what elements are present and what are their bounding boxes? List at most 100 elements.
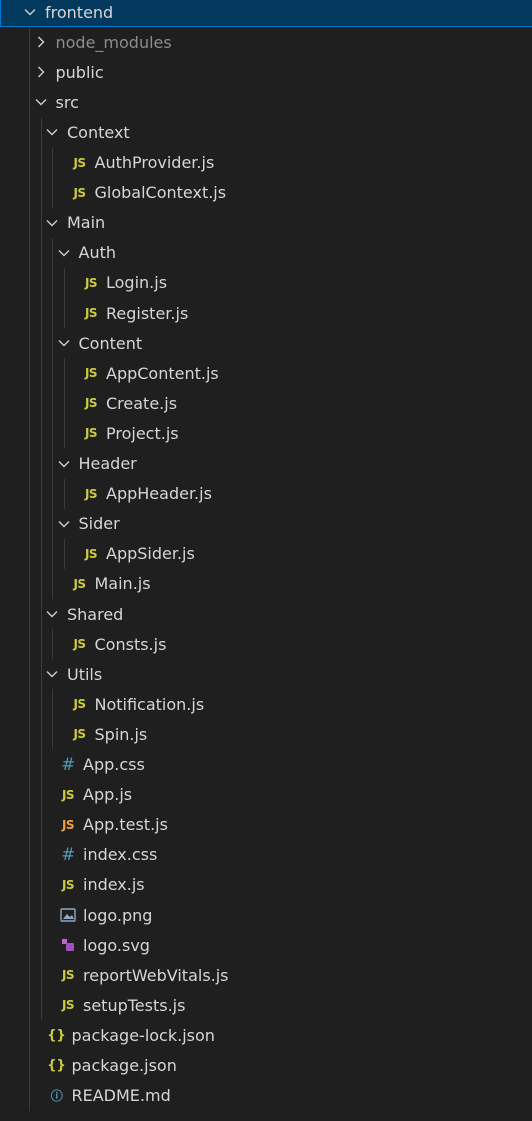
file-label: Login.js	[106, 273, 168, 293]
file-row[interactable]: {} package-lock.json	[0, 1020, 532, 1050]
chevron-down-icon[interactable]	[45, 216, 59, 230]
folder-label: Main	[67, 213, 106, 233]
file-row[interactable]: JS Register.js	[0, 298, 532, 328]
js-file-icon: JS	[73, 637, 86, 652]
folder-label: src	[55, 92, 79, 112]
file-row[interactable]: JS AppHeader.js	[0, 479, 532, 509]
file-label: logo.svg	[83, 935, 150, 955]
folder-row[interactable]: frontend	[0, 0, 532, 27]
file-row[interactable]: JS Consts.js	[0, 629, 532, 659]
file-label: Spin.js	[94, 724, 148, 744]
file-explorer: frontend node_modulespublic src Context JS Au…	[0, 0, 532, 1121]
file-row[interactable]: JS App.test.js	[0, 810, 532, 840]
file-row[interactable]: JS GlobalContext.js	[0, 178, 532, 208]
file-row[interactable]: # App.css	[0, 750, 532, 780]
js-file-icon: JS	[84, 306, 98, 320]
file-row[interactable]: JS index.js	[0, 870, 532, 900]
file-row[interactable]: ⓘ README.md	[0, 1081, 532, 1111]
file-label: AppSider.js	[106, 544, 195, 564]
file-label: setupTests.js	[83, 995, 186, 1015]
folder-row[interactable]: Shared	[0, 599, 532, 629]
js-file-icon: JS	[61, 877, 75, 892]
js-file-icon: JS	[84, 426, 98, 441]
folder-row[interactable]: Content	[0, 328, 532, 358]
js-file-icon: JS	[73, 576, 86, 591]
folder-label: Utils	[67, 664, 103, 684]
file-label: AuthProvider.js	[94, 153, 215, 172]
file-row[interactable]: JS Spin.js	[0, 719, 532, 749]
folder-row[interactable]: Header	[0, 449, 532, 479]
file-row[interactable]: logo.png	[0, 900, 532, 930]
js-file-icon: JS	[84, 486, 98, 501]
folder-row[interactable]: src	[0, 87, 532, 117]
file-row[interactable]: JS AppContent.js	[0, 358, 532, 388]
file-row[interactable]: {} package.json	[0, 1051, 532, 1081]
folder-label: node_modules	[55, 32, 172, 52]
chevron-down-icon[interactable]	[23, 5, 37, 19]
js-file-icon: JS	[73, 155, 86, 170]
js-file-icon: JS	[61, 968, 75, 983]
folder-label: Shared	[67, 604, 124, 624]
folder-row[interactable]: Utils	[0, 659, 532, 689]
file-label: package.json	[71, 1056, 177, 1075]
chevron-right-icon[interactable]	[34, 65, 48, 79]
test-js-file-icon: JS	[61, 817, 75, 832]
file-row[interactable]: JS setupTests.js	[0, 990, 532, 1020]
js-file-icon: JS	[73, 697, 86, 712]
file-row[interactable]: JS AuthProvider.js	[0, 148, 532, 178]
file-label: App.test.js	[83, 815, 168, 835]
file-label: Create.js	[106, 393, 178, 413]
file-label: package-lock.json	[71, 1025, 215, 1045]
js-file-icon: JS	[61, 787, 75, 802]
file-row[interactable]: JS Notification.js	[0, 689, 532, 719]
file-label: Consts.js	[94, 634, 167, 654]
folder-label: public	[55, 62, 104, 82]
file-row[interactable]: JS Project.js	[0, 418, 532, 448]
file-row[interactable]: JS App.js	[0, 780, 532, 810]
chevron-down-icon[interactable]	[45, 125, 59, 139]
folder-row[interactable]: Main	[0, 208, 532, 238]
file-row[interactable]: JS reportWebVitals.js	[0, 960, 532, 990]
js-file-icon: JS	[73, 185, 86, 200]
folder-row[interactable]: Context	[0, 117, 532, 147]
chevron-down-icon[interactable]	[34, 95, 48, 109]
file-label: GlobalContext.js	[94, 183, 227, 203]
file-label: AppHeader.js	[106, 484, 212, 504]
js-file-icon: JS	[73, 727, 86, 742]
folder-row[interactable]: Sider	[0, 509, 532, 539]
json-file-icon: {}	[47, 1058, 66, 1073]
file-row[interactable]: JS Login.js	[0, 268, 532, 298]
file-row[interactable]: JS Main.js	[0, 569, 532, 599]
folder-label: Content	[78, 333, 143, 353]
chevron-down-icon[interactable]	[57, 457, 71, 471]
folder-row[interactable]: node_modules	[0, 27, 532, 57]
chevron-right-icon[interactable]	[34, 35, 48, 49]
image-file-icon	[59, 906, 77, 924]
folder-label: Sider	[78, 514, 120, 534]
chevron-down-icon[interactable]	[57, 517, 71, 531]
file-label: Register.js	[106, 303, 189, 323]
chevron-down-icon[interactable]	[45, 607, 59, 621]
js-file-icon: JS	[84, 275, 98, 290]
folder-label: frontend	[45, 2, 114, 22]
chevron-down-icon[interactable]	[57, 336, 71, 350]
js-file-icon: JS	[84, 366, 98, 381]
folder-label: Auth	[78, 243, 117, 263]
file-label: App.css	[83, 755, 145, 774]
js-file-icon: JS	[84, 546, 98, 561]
file-label: Project.js	[106, 423, 179, 443]
file-row[interactable]: # index.css	[0, 840, 532, 870]
json-file-icon: {}	[47, 1027, 66, 1043]
file-row[interactable]: JS AppSider.js	[0, 539, 532, 569]
folder-row[interactable]: public	[0, 57, 532, 87]
file-row[interactable]: logo.svg	[0, 930, 532, 960]
folder-label: Header	[78, 454, 137, 473]
file-label: logo.png	[83, 905, 153, 925]
file-label: README.md	[71, 1086, 171, 1106]
chevron-down-icon[interactable]	[45, 667, 59, 681]
file-row[interactable]: JS Create.js	[0, 388, 532, 418]
chevron-down-icon[interactable]	[57, 246, 71, 260]
file-label: index.css	[83, 845, 158, 865]
folder-row[interactable]: Auth	[0, 238, 532, 268]
js-file-icon: JS	[84, 396, 98, 411]
